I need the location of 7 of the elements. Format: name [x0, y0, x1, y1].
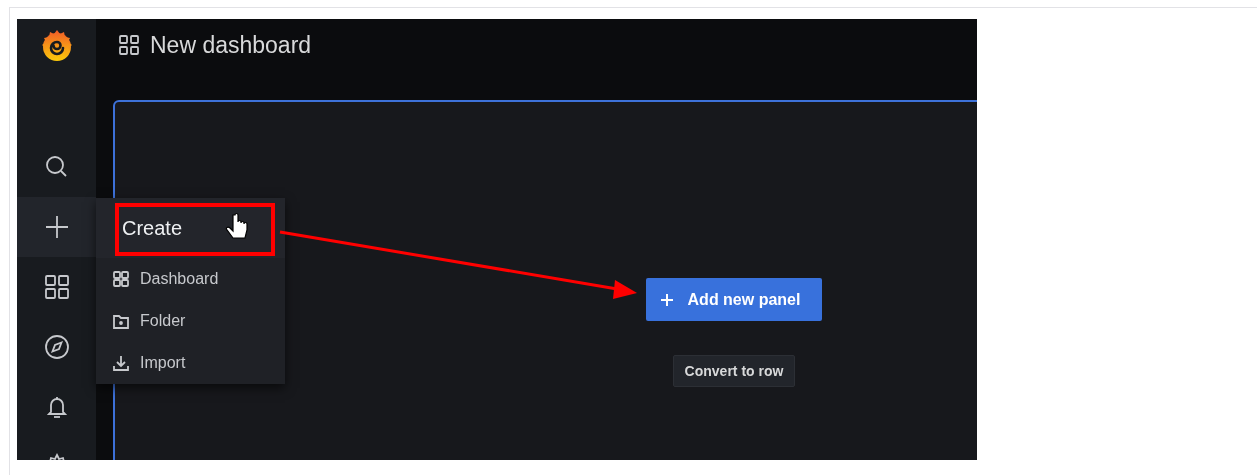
- menu-item[interactable]: Import: [96, 342, 285, 384]
- menu-item[interactable]: Folder: [96, 300, 285, 342]
- convert-to-row-button[interactable]: Convert to row: [672, 355, 796, 387]
- menu-item[interactable]: Dashboard: [96, 258, 285, 300]
- add-panel-button[interactable]: Add new panel: [645, 278, 823, 321]
- menu-title[interactable]: Create: [122, 213, 183, 243]
- dashboard-title: New dashboard: [150, 31, 312, 59]
